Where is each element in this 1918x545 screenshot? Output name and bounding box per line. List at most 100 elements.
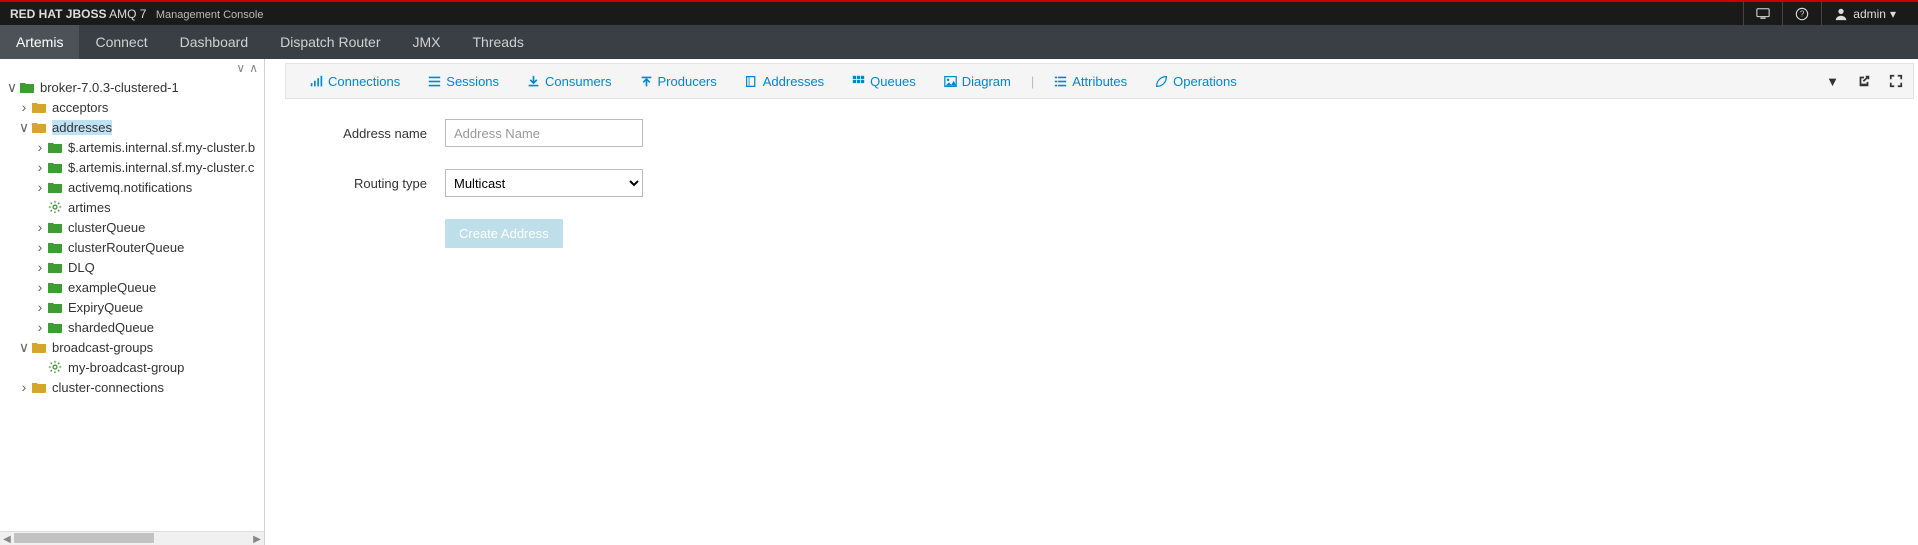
tree-label: broker-7.0.3-clustered-1	[40, 80, 179, 95]
nav-connect[interactable]: Connect	[79, 25, 163, 59]
tree-node-acceptors[interactable]: › acceptors	[0, 97, 264, 117]
tree-label: acceptors	[52, 100, 108, 115]
monitor-button[interactable]	[1743, 1, 1782, 26]
tab-diagram[interactable]: Diagram	[930, 74, 1025, 89]
form-row-address-name: Address name	[285, 119, 1918, 147]
popout-icon[interactable]	[1857, 74, 1871, 88]
nav-dispatch-router[interactable]: Dispatch Router	[264, 25, 396, 59]
tab-label: Sessions	[446, 74, 499, 89]
fullscreen-icon[interactable]	[1889, 74, 1903, 88]
tab-producers[interactable]: Producers	[626, 74, 731, 89]
sidebar-horizontal-scrollbar[interactable]: ◀ ▶	[0, 531, 264, 545]
tree-collapse-all[interactable]: ∨	[236, 61, 245, 75]
tree-node-addr-3[interactable]: artimes	[0, 197, 264, 217]
caret-right-icon[interactable]: ›	[34, 139, 46, 155]
tree-node-addresses[interactable]: ∨ addresses	[0, 117, 264, 137]
tree-label: shardedQueue	[68, 320, 154, 335]
folder-icon	[46, 160, 64, 174]
scrollbar-thumb[interactable]	[14, 533, 154, 543]
caret-right-icon[interactable]: ›	[34, 299, 46, 315]
gear-icon	[46, 360, 64, 374]
tab-queues[interactable]: Queues	[838, 74, 930, 89]
caret-right-icon[interactable]: ›	[34, 179, 46, 195]
help-button[interactable]: ?	[1782, 1, 1821, 26]
nav-threads[interactable]: Threads	[457, 25, 540, 59]
tab-label: Consumers	[545, 74, 611, 89]
svg-text:?: ?	[1800, 9, 1805, 18]
folder-icon	[30, 100, 48, 114]
folder-icon	[46, 220, 64, 234]
tab-addresses[interactable]: Addresses	[731, 74, 838, 89]
monitor-icon	[1756, 7, 1770, 21]
nav-jmx[interactable]: JMX	[397, 25, 457, 59]
tree-expand-controls: ∨ ∧	[0, 59, 264, 77]
caret-down-icon[interactable]: ∨	[18, 339, 30, 356]
tree-node-addr-6[interactable]: › DLQ	[0, 257, 264, 277]
brand-subtitle: Management Console	[156, 9, 264, 21]
tree-node-addr-0[interactable]: ›$.artemis.internal.sf.my-cluster.b	[0, 137, 264, 157]
create-address-form: Address name Routing type Multicast Crea…	[285, 99, 1918, 248]
tree-node-addr-4[interactable]: › clusterQueue	[0, 217, 264, 237]
leaf-icon	[1155, 75, 1168, 88]
tab-operations[interactable]: Operations	[1141, 74, 1251, 89]
tree-label: clusterQueue	[68, 220, 145, 235]
tree-expand-all[interactable]: ∧	[249, 61, 258, 75]
tree-label: cluster-connections	[52, 380, 164, 395]
form-row-routing-type: Routing type Multicast	[285, 169, 1918, 197]
toolbar-dropdown[interactable]: ▼	[1826, 74, 1839, 89]
tree-node-addr-1[interactable]: › $.artemis.internal.sf.my-cluster.c	[0, 157, 264, 177]
caret-right-icon[interactable]: ›	[18, 99, 30, 115]
tab-connections[interactable]: Connections	[296, 74, 414, 89]
create-address-button[interactable]: Create Address	[445, 219, 563, 248]
caret-right-icon[interactable]: ›	[34, 319, 46, 335]
tree-label: DLQ	[68, 260, 95, 275]
tab-label: Operations	[1173, 74, 1237, 89]
folder-icon	[46, 260, 64, 274]
tree-label: clusterRouterQueue	[68, 240, 184, 255]
caret-down-icon[interactable]: ∨	[18, 119, 30, 136]
tab-sessions[interactable]: Sessions	[414, 74, 513, 89]
tree-node-broker[interactable]: ∨ broker-7.0.3-clustered-1	[0, 77, 264, 97]
folder-open-icon	[18, 80, 36, 94]
caret-right-icon[interactable]: ›	[18, 379, 30, 395]
tree-node-my-broadcast[interactable]: my-broadcast-group	[0, 357, 264, 377]
tab-label: Diagram	[962, 74, 1011, 89]
folder-open-icon	[30, 340, 48, 354]
routing-type-select[interactable]: Multicast	[445, 169, 643, 197]
routing-type-label: Routing type	[285, 176, 445, 191]
nav-artemis[interactable]: Artemis	[0, 25, 79, 59]
folder-icon	[46, 240, 64, 254]
nav-dashboard[interactable]: Dashboard	[164, 25, 265, 59]
tree-node-addr-9[interactable]: › shardedQueue	[0, 317, 264, 337]
caret-right-icon[interactable]: ›	[34, 159, 46, 175]
upload-icon	[640, 75, 653, 88]
caret-right-icon[interactable]: ›	[34, 259, 46, 275]
tree-node-addr-5[interactable]: › clusterRouterQueue	[0, 237, 264, 257]
folder-icon	[30, 380, 48, 394]
tree-node-addr-2[interactable]: › activemq.notifications	[0, 177, 264, 197]
folder-open-icon	[30, 120, 48, 134]
tab-label: Addresses	[763, 74, 824, 89]
tree-node-addr-7[interactable]: ›exampleQueue	[0, 277, 264, 297]
caret-down-icon[interactable]: ∨	[6, 79, 18, 96]
tab-label: Attributes	[1072, 74, 1127, 89]
chevron-down-icon: ▾	[1890, 7, 1896, 21]
list-icon	[1054, 75, 1067, 88]
tree-label: my-broadcast-group	[68, 360, 184, 375]
tab-attributes[interactable]: Attributes	[1040, 74, 1141, 89]
tab-consumers[interactable]: Consumers	[513, 74, 625, 89]
scroll-left-icon[interactable]: ◀	[0, 532, 14, 545]
tree-label: $.artemis.internal.sf.my-cluster.c	[68, 160, 254, 175]
tree-node-broadcast-groups[interactable]: ∨ broadcast-groups	[0, 337, 264, 357]
tree-node-addr-8[interactable]: ›ExpiryQueue	[0, 297, 264, 317]
tree-label: activemq.notifications	[68, 180, 192, 195]
tree-node-cluster-connections[interactable]: › cluster-connections	[0, 377, 264, 397]
caret-right-icon[interactable]: ›	[34, 279, 46, 295]
tree-label-selected: addresses	[52, 120, 112, 135]
user-menu[interactable]: admin ▾	[1821, 1, 1908, 26]
caret-right-icon[interactable]: ›	[34, 219, 46, 235]
address-name-input[interactable]	[445, 119, 643, 147]
caret-right-icon[interactable]: ›	[34, 239, 46, 255]
scroll-right-icon[interactable]: ▶	[250, 532, 264, 545]
tree-label: broadcast-groups	[52, 340, 153, 355]
